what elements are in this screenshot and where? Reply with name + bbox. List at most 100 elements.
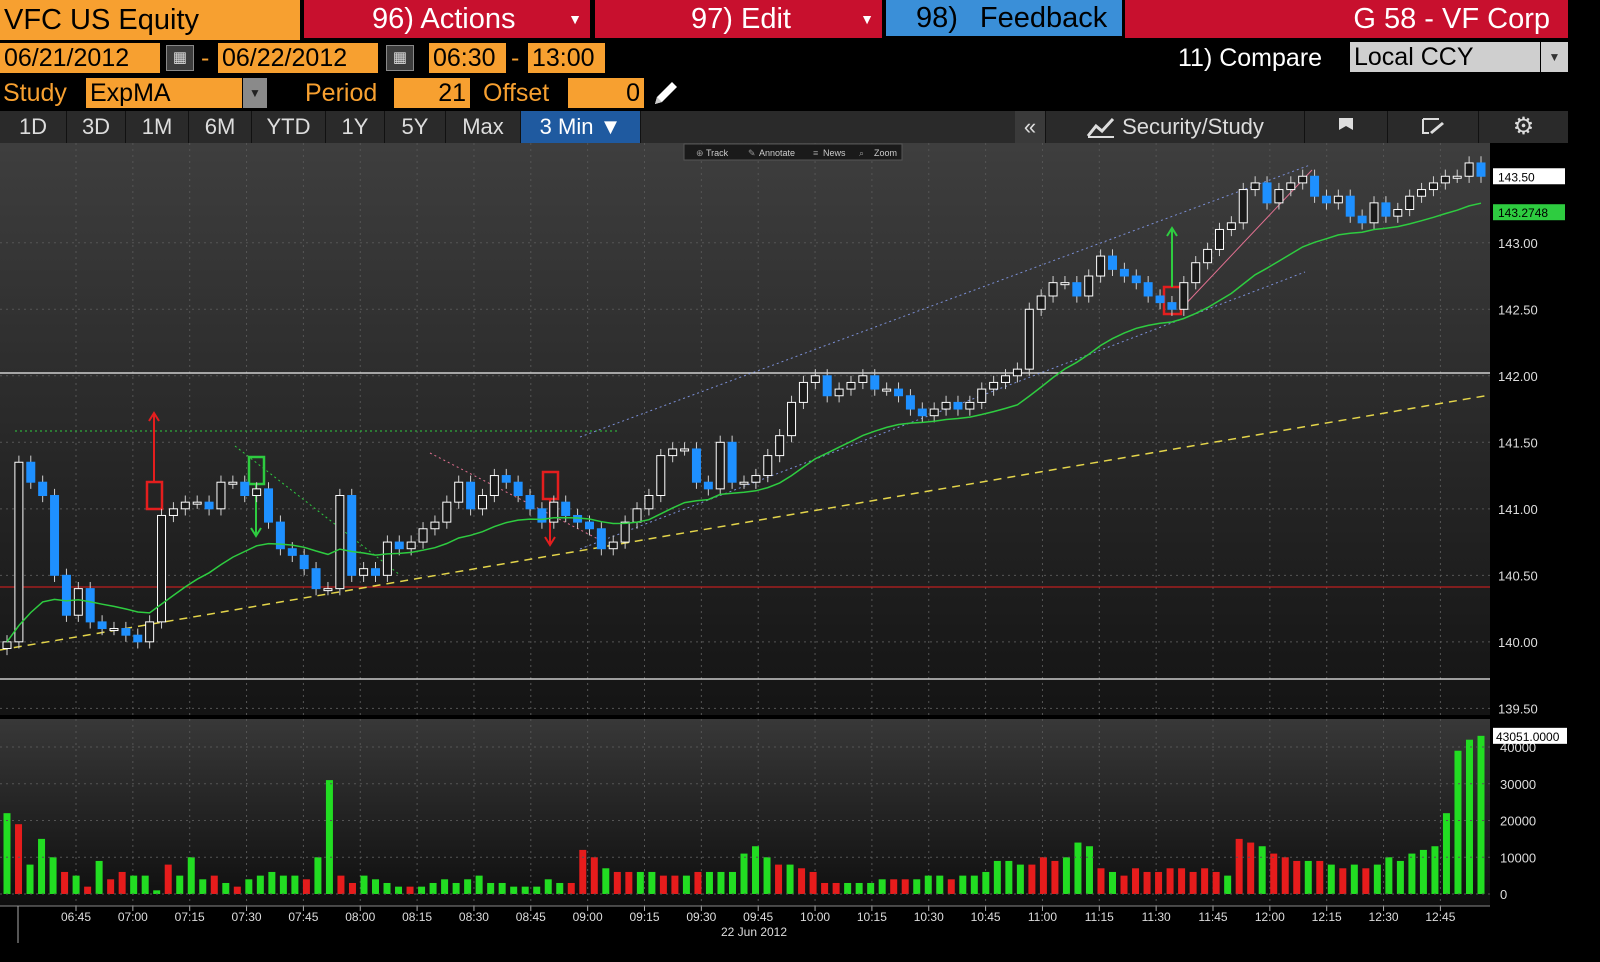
tab-ytd[interactable]: YTD bbox=[252, 111, 326, 143]
candle-body bbox=[1357, 215, 1367, 224]
candle-body bbox=[204, 501, 214, 510]
candle-body bbox=[1405, 195, 1415, 211]
end-date-field[interactable]: 06/22/2012 bbox=[218, 43, 378, 73]
chart-area[interactable]: 143.00 142.50 142.00 141.50 141.00 140.50 140.… bbox=[0, 143, 1568, 943]
candle-body bbox=[608, 541, 618, 550]
tab-1y[interactable]: 1Y bbox=[326, 111, 385, 143]
end-time-field[interactable]: 13:00 bbox=[528, 43, 605, 73]
volume-bar bbox=[636, 871, 644, 894]
security-ticker[interactable]: VFC US Equity bbox=[0, 0, 300, 40]
time-tick-label: 07:00 bbox=[118, 910, 148, 924]
volume-bar bbox=[717, 871, 725, 894]
feedback-button[interactable]: 98) Feedback bbox=[886, 0, 1122, 36]
track-icon[interactable]: ⊕ bbox=[696, 148, 704, 158]
candle-body bbox=[834, 388, 844, 397]
volume-bar bbox=[1143, 871, 1151, 894]
annotate-button[interactable] bbox=[1388, 111, 1479, 143]
time-range-dash: - bbox=[511, 44, 520, 72]
annotate-small-icon[interactable]: ✎ bbox=[748, 148, 756, 158]
actions-menu[interactable]: 96) Actions ▼ bbox=[304, 0, 590, 38]
tab-max[interactable]: Max bbox=[446, 111, 521, 143]
study-dropdown-arrow[interactable]: ▼ bbox=[243, 78, 267, 108]
volume-bar bbox=[970, 875, 978, 894]
price-volume-chart[interactable]: 143.00 142.50 142.00 141.50 141.00 140.50 140.… bbox=[0, 143, 1568, 943]
volume-bar bbox=[1247, 842, 1255, 894]
tab-6m[interactable]: 6M bbox=[189, 111, 252, 143]
candle-body bbox=[810, 375, 820, 383]
calendar-icon[interactable]: ▦ bbox=[386, 45, 414, 71]
volume-bar bbox=[233, 886, 241, 894]
volume-last-label: 43051.0000 bbox=[1496, 730, 1560, 744]
zoom-icon[interactable]: ⌕ bbox=[859, 148, 864, 158]
pencil-icon[interactable] bbox=[650, 77, 682, 109]
volume-bar bbox=[372, 879, 379, 894]
bookmark-icon bbox=[1339, 118, 1353, 130]
bookmark-button[interactable] bbox=[1305, 111, 1388, 143]
security-study-button[interactable]: Security/Study bbox=[1046, 111, 1305, 143]
candle-body bbox=[1428, 182, 1438, 191]
time-tick-label: 11:15 bbox=[1085, 910, 1114, 924]
volume-bar bbox=[878, 879, 886, 894]
volume-bar bbox=[659, 875, 667, 894]
currency-dropdown-arrow[interactable]: ▼ bbox=[1541, 42, 1568, 72]
volume-bar bbox=[602, 868, 610, 894]
edit-menu[interactable]: 97) Edit ▼ bbox=[595, 0, 882, 38]
volume-bar bbox=[775, 864, 783, 894]
tab-1d[interactable]: 1D bbox=[0, 111, 67, 143]
annotate-button-small[interactable]: Annotate bbox=[759, 148, 795, 158]
candle-body bbox=[38, 481, 48, 497]
feedback-number: 98) bbox=[916, 2, 958, 34]
study-select[interactable]: ExpMA bbox=[86, 78, 242, 108]
volume-bar bbox=[84, 886, 92, 894]
time-tick-label: 12:30 bbox=[1369, 910, 1399, 924]
volume-bar bbox=[72, 875, 80, 894]
start-time-field[interactable]: 06:30 bbox=[429, 43, 506, 73]
volume-tick-label: 30000 bbox=[1500, 777, 1536, 792]
time-axis: 06:45 07:00 07:15 07:30 07:45 08:00 08:15 08:30… bbox=[0, 905, 1490, 943]
compare-button[interactable]: 11) Compare bbox=[1178, 44, 1322, 73]
candle-body bbox=[739, 481, 749, 485]
volume-bar bbox=[1316, 860, 1324, 894]
volume-bar bbox=[348, 882, 356, 894]
period-field[interactable]: 21 bbox=[394, 78, 470, 108]
tab-3-min[interactable]: 3 Min ▼ bbox=[521, 111, 641, 143]
candle-body bbox=[382, 541, 392, 576]
volume-bar bbox=[1039, 857, 1047, 894]
volume-bar bbox=[682, 875, 690, 894]
volume-bar bbox=[1419, 849, 1427, 894]
currency-select[interactable]: Local CCY bbox=[1350, 42, 1540, 72]
volume-bar bbox=[1442, 813, 1450, 894]
track-button[interactable]: Track bbox=[706, 148, 729, 158]
volume-bar bbox=[498, 882, 506, 894]
offset-field[interactable]: 0 bbox=[568, 78, 644, 108]
candle-body bbox=[359, 568, 369, 576]
start-date-field[interactable]: 06/21/2012 bbox=[0, 43, 160, 73]
volume-bar bbox=[1362, 868, 1370, 894]
news-button[interactable]: News bbox=[823, 148, 846, 158]
tab-1m[interactable]: 1M bbox=[126, 111, 189, 143]
settings-button[interactable]: ⚙ bbox=[1479, 111, 1568, 143]
feedback-label: Feedback bbox=[979, 2, 1108, 34]
tab-5y[interactable]: 5Y bbox=[385, 111, 446, 143]
candle-body bbox=[85, 588, 95, 623]
calendar-icon[interactable]: ▦ bbox=[166, 45, 194, 71]
volume-bar bbox=[993, 860, 1001, 894]
price-tick-label: 141.00 bbox=[1498, 502, 1538, 517]
volume-bar bbox=[579, 849, 587, 894]
volume-bar bbox=[1016, 864, 1024, 894]
mini-toolbar[interactable]: ⊕ Track ✎ Annotate ≡ News ⌕ Zoom bbox=[683, 143, 903, 161]
candle-body bbox=[715, 441, 725, 490]
time-tick-label: 11:30 bbox=[1142, 910, 1171, 924]
volume-bar bbox=[1120, 875, 1128, 894]
news-icon[interactable]: ≡ bbox=[813, 148, 818, 158]
tab-3d[interactable]: 3D bbox=[67, 111, 126, 143]
candle-body bbox=[1060, 282, 1070, 286]
candle-body bbox=[14, 461, 24, 643]
volume-bar bbox=[1005, 860, 1013, 894]
price-tick-label: 141.50 bbox=[1498, 435, 1538, 450]
collapse-button[interactable]: « bbox=[1015, 111, 1046, 143]
candle-body bbox=[525, 495, 535, 510]
candle-body bbox=[73, 588, 83, 616]
zoom-button[interactable]: Zoom bbox=[874, 148, 897, 158]
volume-bar bbox=[786, 864, 794, 894]
